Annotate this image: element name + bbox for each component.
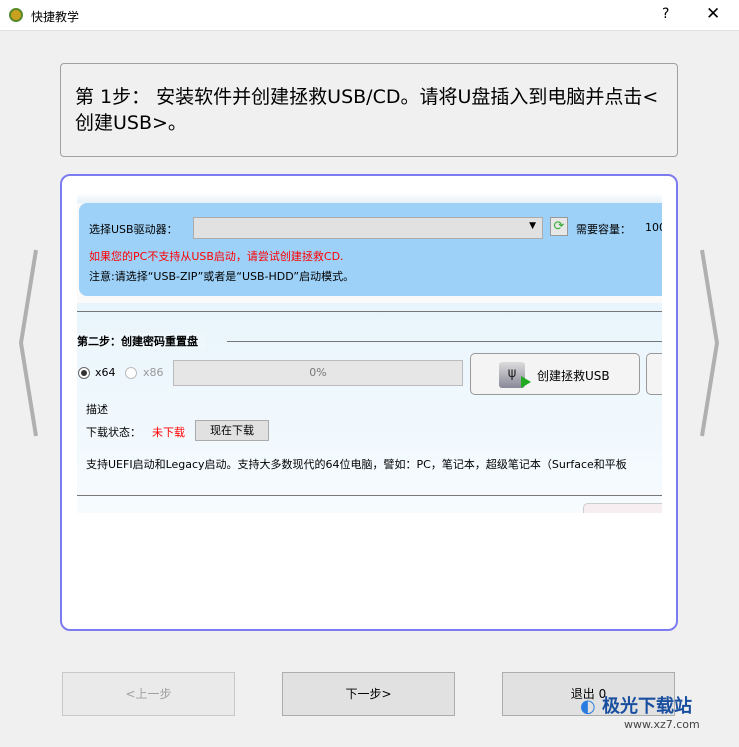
tutorial-screenshot: 选择USB驱动器： ▼ ⟳ 需要容量： 100 如果您的PC不支持从USB启动，… [77, 193, 662, 610]
app-icon [9, 8, 23, 22]
progress-bar: 0% [173, 360, 463, 386]
capacity-value: 100 [645, 221, 662, 234]
previous-arrow-icon[interactable] [18, 248, 38, 438]
x64-radio[interactable] [78, 367, 90, 379]
chevron-down-icon: ▼ [529, 221, 536, 231]
usb-section: 选择USB驱动器： ▼ ⟳ 需要容量： 100 如果您的PC不支持从USB启动，… [79, 203, 662, 296]
usb-warning: 如果您的PC不支持从USB启动，请尝试创建拯救CD. [89, 250, 344, 263]
usb-icon: ψ [499, 362, 531, 388]
previous-step-button[interactable]: <上一步 [62, 672, 235, 716]
help-button[interactable]: ? [662, 6, 669, 22]
step-instruction: 第 1步： 安装软件并创建拯救USB/CD。请将U盘插入到电脑并点击<创建USB… [60, 63, 678, 157]
title-bar: 快捷教学 ? ✕ [0, 0, 739, 31]
download-status-label: 下载状态： [86, 426, 141, 439]
capacity-label: 需要容量： [576, 223, 631, 236]
watermark-logo: ◐ 极光下载站 www.xz7.com [580, 696, 700, 731]
download-status: 未下载 [152, 426, 185, 439]
x86-label: x86 [143, 366, 164, 379]
refresh-icon[interactable]: ⟳ [550, 217, 568, 236]
description-label: 描述 [86, 403, 108, 416]
download-now-button[interactable]: 现在下载 [195, 420, 269, 441]
tutorial-panel: 选择USB驱动器： ▼ ⟳ 需要容量： 100 如果您的PC不支持从USB启动，… [60, 174, 678, 631]
next-arrow-icon[interactable] [700, 248, 720, 438]
next-step-button[interactable]: 下一步> [282, 672, 455, 716]
create-cd-button[interactable] [646, 353, 662, 395]
close-button[interactable]: ✕ [706, 4, 720, 24]
step2-title: 第二步：创建密码重置盘 [77, 333, 206, 349]
support-description: 支持UEFI启动和Legacy启动。支持大多数现代的64位电脑，譬如：PC，笔记… [86, 458, 627, 471]
boot-mode-note: 注意:请选择“USB-ZIP”或者是“USB-HDD”启动模式。 [89, 270, 355, 283]
x86-radio[interactable] [125, 367, 137, 379]
usb-drive-select[interactable]: ▼ [193, 217, 543, 239]
create-usb-label: 创建拯救USB [537, 369, 610, 383]
window-title: 快捷教学 [31, 10, 80, 24]
x64-label: x64 [95, 366, 116, 379]
usb-drive-label: 选择USB驱动器： [89, 223, 178, 236]
create-usb-button[interactable]: ψ 创建拯救USB [470, 353, 640, 395]
